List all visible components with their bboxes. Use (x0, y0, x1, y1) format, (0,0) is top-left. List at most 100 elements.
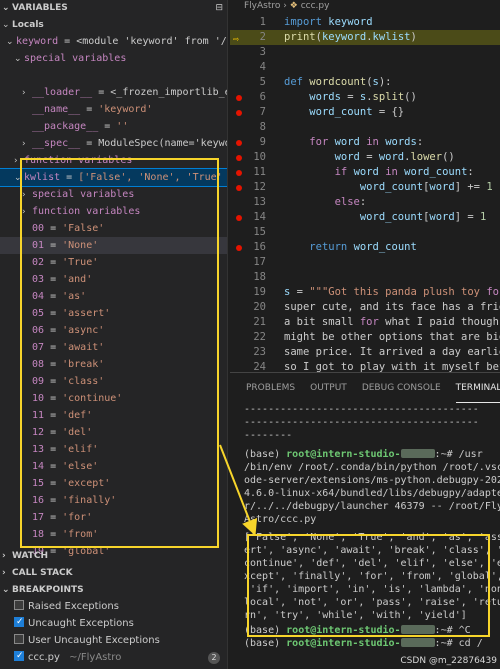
variable-name: 11 (32, 410, 45, 421)
variable-row[interactable]: 07 = 'await' (0, 339, 227, 356)
tab-output[interactable]: OUTPUT (310, 373, 347, 403)
chevron-down-icon[interactable]: ⌄ (14, 170, 24, 186)
equals-sign: = (58, 36, 77, 47)
callstack-section-header[interactable]: › CALL STACK (0, 565, 227, 581)
variable-row[interactable]: 16 = 'finally' (0, 492, 227, 509)
code-text: word_count[word] += 1 (359, 181, 493, 193)
code-line[interactable]: 1 import keyword (230, 15, 500, 30)
variable-row[interactable]: 11 = 'def' (0, 407, 227, 424)
code-line[interactable]: 4 (230, 60, 500, 75)
equals-sign: = (44, 512, 63, 523)
terminal-text: r/../../debugpy/launcher 46379 -- /root/… (244, 501, 500, 512)
variable-name: function variables (32, 206, 141, 217)
code-line[interactable]: 14 word_count[word] = 1 (230, 210, 500, 225)
variable-row[interactable]: 02 = 'True' (0, 254, 227, 271)
variable-row[interactable]: 18 = 'from' (0, 526, 227, 543)
variable-name: function variables (24, 155, 133, 166)
code-line[interactable]: 7 word_count = {} (230, 105, 500, 120)
variable-row[interactable]: 08 = 'break' (0, 356, 227, 373)
variable-row[interactable]: ⌄ special variables (0, 50, 227, 67)
code-line[interactable]: 6 words = s.split() (230, 90, 500, 105)
tab-debug-console[interactable]: DEBUG CONSOLE (362, 373, 441, 403)
chevron-right-icon[interactable]: › (22, 136, 32, 152)
code-editor[interactable]: FlyAstro › ❖ ccc.py 1 import keyword ⇨ 2 pri… (230, 0, 500, 372)
code-line[interactable]: 24 so I got to play with it myself befo (230, 360, 500, 372)
breadcrumb[interactable]: FlyAstro › ❖ ccc.py (230, 0, 500, 13)
code-line[interactable]: 13 else: (230, 195, 500, 210)
breakpoint-file-ccc[interactable]: ccc.py ~/FlyAstro 2 (0, 648, 227, 666)
chevron-right-icon[interactable]: › (22, 204, 32, 220)
variable-row[interactable]: 10 = 'continue' (0, 390, 227, 407)
variable-row[interactable]: › special variables (0, 186, 227, 203)
breakpoint-user-uncaught-exceptions[interactable]: User Uncaught Exceptions (0, 632, 227, 649)
variable-row[interactable]: 17 = 'for' (0, 509, 227, 526)
tab-problems[interactable]: PROBLEMS (246, 373, 295, 403)
code-line[interactable]: 8 (230, 120, 500, 135)
code-line[interactable]: 20 super cute, and its face has a frien (230, 300, 500, 315)
checkbox[interactable] (14, 600, 24, 610)
equals-sign: = (44, 359, 63, 370)
variable-row[interactable]: 06 = 'async' (0, 322, 227, 339)
code-line[interactable]: 3 (230, 45, 500, 60)
code-line[interactable]: 12 word_count[word] += 1 (230, 180, 500, 195)
variable-row[interactable]: 04 = 'as' (0, 288, 227, 305)
variable-row[interactable]: 05 = 'assert' (0, 305, 227, 322)
code-line[interactable]: 15 (230, 225, 500, 240)
breakpoint-raised-exceptions[interactable]: Raised Exceptions (0, 598, 227, 615)
program-output: ert', 'async', 'await', 'break', 'class'… (244, 545, 500, 556)
variable-row[interactable]: ⌄ kwlist = ['False', 'None', 'True' … (0, 168, 227, 187)
variables-section-header[interactable]: ⌄ VARIABLES ⊟ (0, 0, 227, 16)
collapse-all-icon[interactable]: ⊟ (215, 0, 223, 16)
checkbox-checked[interactable] (14, 614, 24, 631)
variable-value: 'from' (62, 529, 99, 540)
code-line[interactable]: 10 word = word.lower() (230, 150, 500, 165)
code-line[interactable]: ⇨ 2 print(keyword.kwlist) (230, 30, 500, 45)
chevron-down-icon[interactable]: ⌄ (14, 51, 24, 67)
variable-row[interactable]: ⌄ keyword = <module 'keyword' from '/r… (0, 33, 227, 50)
variable-row[interactable]: 03 = 'and' (0, 271, 227, 288)
variable-row[interactable] (0, 67, 227, 84)
variable-row[interactable]: 13 = 'elif' (0, 441, 227, 458)
variable-row[interactable]: __name__ = 'keyword' (0, 101, 227, 118)
watch-section-header[interactable]: › WATCH (0, 548, 227, 564)
chevron-right-icon[interactable]: › (14, 153, 24, 169)
variable-row[interactable]: › function variables (0, 203, 227, 220)
code-text: words = s.split() (309, 91, 417, 103)
code-text: word_count = {} (309, 106, 405, 118)
code-line[interactable]: 9 for word in words: (230, 135, 500, 150)
variable-name: 13 (32, 444, 45, 455)
variable-row[interactable]: 09 = 'class' (0, 373, 227, 390)
breakpoints-section-header[interactable]: ⌄ BREAKPOINTS (0, 582, 227, 598)
variable-value: 'and' (62, 274, 93, 285)
variable-row[interactable]: 00 = 'False' (0, 220, 227, 237)
code-line[interactable]: 18 (230, 270, 500, 285)
code-text: import keyword (284, 16, 373, 28)
variable-row[interactable]: 14 = 'else' (0, 458, 227, 475)
variable-row[interactable]: › function variables (0, 152, 227, 169)
code-line[interactable]: 11 if word in word_count: (230, 165, 500, 180)
code-line[interactable]: 19 s = """Got this panda plush toy for (230, 285, 500, 300)
code-line[interactable]: 5 def wordcount(s): (230, 75, 500, 90)
variable-row[interactable]: __package__ = '' (0, 118, 227, 135)
code-line[interactable]: 17 (230, 255, 500, 270)
chevron-down-icon: ⌄ (2, 3, 10, 13)
variable-row[interactable]: › __spec__ = ModuleSpec(name='keywo… (0, 135, 227, 152)
checkbox[interactable] (14, 634, 24, 644)
code-line[interactable]: 21 a bit small for what I paid though. (230, 315, 500, 330)
code-text: word = word.lower() (334, 151, 455, 163)
code-line[interactable]: 16 return word_count (230, 240, 500, 255)
code-line[interactable]: 23 same price. It arrived a day earlier (230, 345, 500, 360)
variable-row[interactable]: › __loader__ = <_frozen_importlib_e… (0, 84, 227, 101)
tab-terminal[interactable]: TERMINAL (455, 373, 500, 403)
chevron-right-icon[interactable]: › (22, 187, 32, 203)
locals-scope[interactable]: ⌄ Locals (0, 16, 227, 33)
chevron-right-icon[interactable]: › (22, 85, 32, 101)
variable-row[interactable]: 15 = 'except' (0, 475, 227, 492)
chevron-down-icon[interactable]: ⌄ (6, 34, 16, 50)
variable-row[interactable]: 01 = 'None' (0, 237, 227, 254)
breakpoint-uncaught-exceptions[interactable]: Uncaught Exceptions (0, 614, 227, 632)
checkbox-checked[interactable] (14, 648, 24, 665)
variable-row[interactable]: 12 = 'del' (0, 424, 227, 441)
code-line[interactable]: 22 might be other options that are bigg (230, 330, 500, 345)
prompt-prefix: (base) (244, 638, 287, 649)
